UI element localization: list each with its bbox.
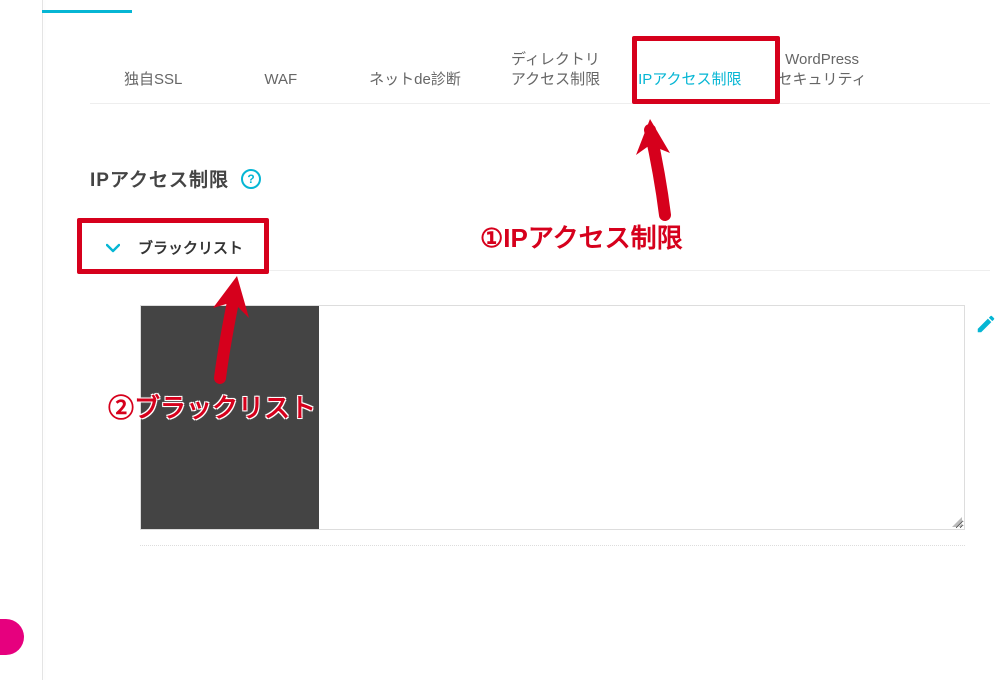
annotation-arrow-1 <box>630 115 700 225</box>
annotation-label-1: ①IPアクセス制限 <box>480 218 683 255</box>
help-icon[interactable]: ? <box>241 169 261 189</box>
tab-label: WordPress セキュリティ <box>778 51 867 88</box>
page-title-row: IPアクセス制限 ? <box>90 165 261 192</box>
resize-handle-icon[interactable] <box>950 515 962 527</box>
page-root: 独自SSL WAF ネットde診断 ディレクトリ アクセス制限 IPアクセス制限… <box>0 0 1000 680</box>
tab-label: WAF <box>264 71 297 88</box>
tab-ip-access[interactable]: IPアクセス制限 <box>620 70 759 104</box>
page-title: IPアクセス制限 <box>90 165 229 192</box>
tab-label: ディレクトリ アクセス制限 <box>511 51 600 88</box>
annotation-label-2: ②ブラックリスト <box>108 388 316 425</box>
section-divider <box>140 545 965 546</box>
top-active-indicator <box>42 10 132 13</box>
chevron-down-icon <box>106 240 120 256</box>
tab-wp-security[interactable]: WordPress セキュリティ <box>760 50 885 103</box>
accordion-label: ブラックリスト <box>138 237 243 258</box>
left-divider <box>42 0 43 680</box>
tab-ssl[interactable]: 独自SSL <box>106 70 200 104</box>
edit-pencil-icon[interactable] <box>975 313 997 335</box>
tab-dir-access[interactable]: ディレクトリ アクセス制限 <box>493 50 618 103</box>
security-tabs: 独自SSL WAF ネットde診断 ディレクトリ アクセス制限 IPアクセス制限… <box>90 44 990 104</box>
tab-label: IPアクセス制限 <box>638 71 741 88</box>
left-sidebar-edge <box>0 0 42 680</box>
tab-label: 独自SSL <box>124 71 182 88</box>
tab-net-diag[interactable]: ネットde診断 <box>351 70 479 104</box>
tab-waf[interactable]: WAF <box>246 70 315 104</box>
tab-label: ネットde診断 <box>369 71 461 88</box>
